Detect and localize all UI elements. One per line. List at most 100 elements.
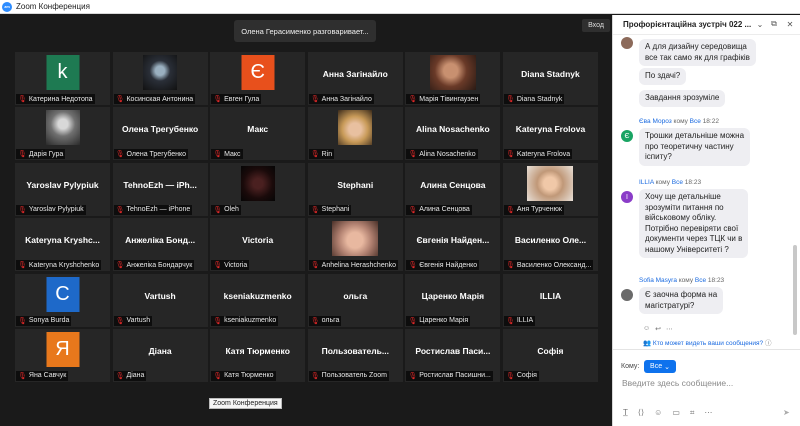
avatar: Є [621, 130, 633, 142]
participant-tile[interactable]: Я 🎙 Яна Савчук [15, 328, 110, 382]
participant-name: Євгенія Найденко [419, 261, 478, 269]
participant-tile[interactable]: Анжеліка Бонд... 🎙 Анжеліка Бондарчук [112, 218, 208, 272]
participant-tile[interactable]: Царенко Марія 🎙 Царенко Марія [405, 273, 501, 327]
participant-tile[interactable]: 🎙 Anhelina Herashchenko [307, 218, 403, 272]
participant-name-bar: 🎙 Василенко Олександ... [503, 260, 594, 271]
avatar: k [46, 55, 79, 90]
participant-tile[interactable]: Алина Сенцова 🎙 Алина Сенцова [405, 162, 501, 216]
emoji-icon[interactable]: ☺ [654, 408, 662, 418]
participant-tile[interactable]: Ростислав Паси... 🎙 Ростислав Пасишни... [405, 328, 501, 382]
participant-display-name: Stephani [337, 179, 374, 190]
sender-to: кому [678, 277, 694, 284]
participant-name: Діана [126, 372, 145, 380]
participant-tile[interactable]: Kateryna Frolova 🎙 Kateryna Frolova [502, 107, 598, 161]
participant-tile[interactable]: TehnoEzh — iPh... 🎙 TehnoEzh — iPhone [112, 162, 208, 216]
format-text-icon[interactable]: T̲ [623, 408, 628, 418]
chevron-down-icon[interactable]: ⌄ [755, 19, 765, 29]
more-icon[interactable]: ⋯ [704, 408, 712, 418]
participant-tile[interactable]: Kateryna Kryshc... 🎙 Kateryna Kryshchenko [15, 218, 110, 272]
avatar: Я [46, 331, 79, 367]
participant-tile[interactable]: Діана 🎙 Діана [112, 328, 208, 382]
participant-tile[interactable]: Євгенія Найден... 🎙 Євгенія Найденко [405, 218, 501, 272]
participant-name: Дарія Гура [28, 150, 64, 158]
participant-tile[interactable]: Софія 🎙 Софія [502, 328, 598, 382]
participant-name: Sonya Burda [28, 317, 70, 325]
enter-button[interactable]: Вход [582, 19, 610, 32]
popout-icon[interactable]: ⧉ [769, 19, 779, 29]
participant-name: Rin [321, 150, 333, 158]
participant-tile[interactable]: C 🎙 Sonya Burda [15, 273, 110, 327]
chat-message: Є заочна форма на магістратурі? [639, 287, 724, 314]
sender-name[interactable]: Єва Мороз [639, 118, 672, 125]
sender-name[interactable]: Sofia Masyra [639, 277, 677, 284]
participant-name-bar: 🎙 Anhelina Herashchenko [308, 260, 398, 271]
participant-name: Косинская Антонина [126, 95, 194, 103]
mic-muted-icon: 🎙 [115, 372, 125, 380]
mic-muted-icon: 🎙 [310, 262, 320, 270]
recipient-select[interactable]: Все ⌄ [644, 360, 676, 373]
mic-muted-icon: 🎙 [115, 96, 125, 103]
participant-tile[interactable]: Анна Загінайло 🎙 Анна Загінайло [307, 52, 403, 105]
reply-icon[interactable]: ↩ [655, 325, 661, 333]
mic-muted-icon: 🎙 [408, 262, 418, 270]
emoji-reaction-icon[interactable]: ☺ [643, 325, 650, 333]
participant-tile[interactable]: 🎙 Rin [307, 107, 403, 161]
participant-tile[interactable]: Василенко Оле... 🎙 Василенко Олександ... [502, 218, 598, 272]
message-line: документи через ТЦК чи в [645, 234, 743, 243]
participant-tile[interactable]: Victoria 🎙 Victoria [210, 218, 306, 272]
participant-tile[interactable]: Vartush 🎙 Vartush [112, 273, 208, 327]
participant-name-bar: 🎙 ольга [308, 315, 342, 326]
participant-tile[interactable]: Yaroslav Pylypiuk 🎙 Yaroslav Pylypiuk [15, 162, 110, 216]
close-icon[interactable]: ✕ [785, 19, 795, 29]
participant-tile[interactable]: Пользователь... 🎙 Пользователь Zoom [307, 328, 403, 382]
participant-tile[interactable]: 🎙 Аня Турченюк [502, 162, 598, 216]
message-input[interactable]: Введите здесь сообщение... [622, 378, 733, 388]
participant-display-name: Олена Трегубенко [121, 124, 199, 135]
participant-tile[interactable]: 🎙 Марія Тівингаузен [405, 52, 501, 105]
chat-scrollbar[interactable] [793, 245, 797, 335]
participant-display-name: Alina Nosachenko [416, 124, 490, 135]
video-feed [338, 110, 373, 146]
participant-name: Anhelina Herashchenko [321, 261, 396, 269]
participant-name: Kateryna Kryshchenko [28, 261, 100, 269]
participant-tile[interactable]: k 🎙 Катерина Недотопа [15, 52, 110, 105]
message-time: 18:22 [702, 118, 719, 125]
participant-tile[interactable]: ILLIA 🎙 ILLIA [502, 273, 598, 327]
participant-tile[interactable]: Diana Stadnyk 🎙 Diana Stadnyk [502, 52, 598, 105]
participant-tile[interactable]: 🎙 Косинская Антонина [112, 52, 208, 105]
code-icon[interactable]: ⟨⟩ [638, 408, 644, 418]
participant-name-bar: 🎙 Diana Stadnyk [503, 94, 565, 104]
sender-to: кому [655, 179, 670, 186]
screenshot-icon[interactable]: ⌗ [690, 408, 695, 418]
chat-message: Завдання зрозуміле [639, 90, 726, 107]
participant-tile[interactable]: Макс 🎙 Макс [210, 107, 306, 161]
who-can-see-link[interactable]: 👥 Кто может видеть ваши сообщения? ⓘ [643, 337, 771, 347]
participant-tile[interactable]: ольга 🎙 ольга [307, 273, 403, 327]
more-icon[interactable]: ⋯ [666, 325, 673, 333]
participant-tile[interactable]: Катя Тюрменко 🎙 Катя Тюрменко [210, 328, 306, 382]
mic-muted-icon: 🎙 [505, 96, 515, 103]
sender-recipient: Все [689, 118, 701, 125]
mic-muted-icon: 🎙 [408, 151, 418, 159]
participant-tile[interactable]: Stephani 🎙 Stephani [307, 162, 403, 216]
avatar: Є [241, 55, 275, 90]
participant-tile[interactable]: kseniakuzmenko 🎙 kseniakuzmenko [210, 273, 306, 327]
video-feed [240, 165, 275, 201]
participant-tile[interactable]: Олена Трегубенко 🎙 Олена Трегубенко [112, 107, 208, 161]
chevron-down-icon: ⌄ [664, 363, 670, 371]
participant-name-bar: 🎙 Yaroslav Pylypiuk [16, 204, 86, 215]
participant-tile[interactable]: Є 🎙 Евген Гула [210, 52, 306, 105]
sender-name[interactable]: ILLIA [639, 179, 654, 186]
message-line: Завдання зрозуміле [645, 93, 720, 102]
participant-name-bar: 🎙 Alina Nosachenko [406, 149, 478, 160]
chat-title: Профорієнтаційна зустріч 022 ... [623, 20, 752, 29]
participant-name: Марія Тівингаузен [419, 95, 479, 103]
attach-file-icon[interactable]: ▭ [672, 408, 680, 418]
participant-name: ILLIA [516, 317, 534, 325]
participant-tile[interactable]: 🎙 Oleh [210, 162, 306, 216]
participant-tile[interactable]: 🎙 Дарія Гура [15, 107, 110, 161]
mic-muted-icon: 🎙 [505, 317, 515, 325]
participant-tile[interactable]: Alina Nosachenko 🎙 Alina Nosachenko [405, 107, 501, 161]
message-actions: ☺ ↩ ⋯ [643, 325, 673, 333]
send-icon[interactable]: ➤ [783, 408, 790, 417]
